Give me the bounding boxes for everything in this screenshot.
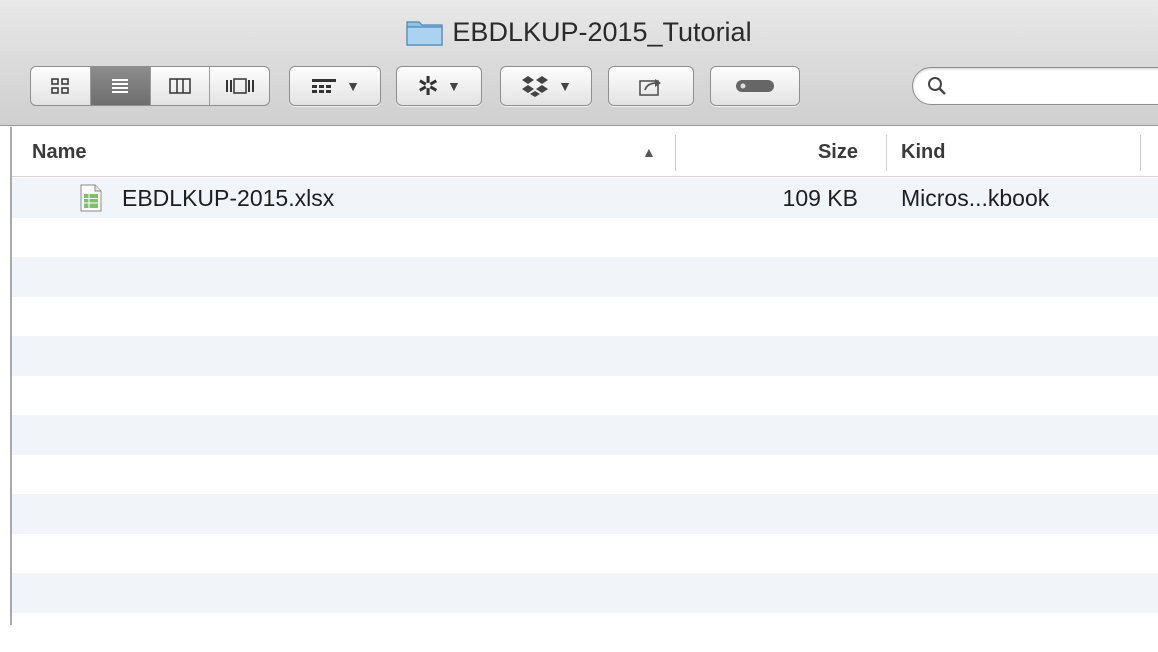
- empty-row: [12, 573, 1158, 613]
- column-divider[interactable]: [1140, 135, 1141, 171]
- action-button[interactable]: ✲ ▼: [396, 66, 482, 106]
- spreadsheet-icon: [80, 178, 102, 218]
- empty-row: [12, 613, 1158, 652]
- cover-flow-icon: [225, 77, 255, 95]
- empty-row: [12, 218, 1158, 258]
- file-list: EBDLKUP-2015.xlsx 109 KB Micros...kbook: [12, 178, 1158, 652]
- chevron-down-icon: ▼: [447, 78, 461, 94]
- cover-flow-button[interactable]: [210, 67, 269, 105]
- empty-row: [12, 376, 1158, 416]
- empty-row: [12, 336, 1158, 376]
- list-view-button[interactable]: [91, 67, 151, 105]
- empty-row: [12, 257, 1158, 297]
- window-title: EBDLKUP-2015_Tutorial: [452, 17, 751, 48]
- gear-icon: ✲: [417, 71, 439, 102]
- search-field[interactable]: [912, 67, 1158, 105]
- file-row[interactable]: EBDLKUP-2015.xlsx 109 KB Micros...kbook: [12, 178, 1158, 218]
- empty-row: [12, 534, 1158, 574]
- empty-row: [12, 297, 1158, 337]
- column-view-button[interactable]: [151, 67, 211, 105]
- column-header-kind[interactable]: Kind: [901, 127, 1131, 177]
- view-mode-control[interactable]: [30, 66, 270, 106]
- icon-view-button[interactable]: [31, 67, 91, 105]
- arrange-button[interactable]: ▼: [289, 66, 381, 106]
- icon-view-icon: [49, 77, 71, 95]
- list-view-icon: [109, 77, 131, 95]
- column-header-name-label: Name: [32, 141, 86, 164]
- share-button[interactable]: [608, 66, 694, 106]
- tags-button[interactable]: [710, 66, 800, 106]
- search-input[interactable]: [955, 74, 1158, 99]
- file-size: 109 KB: [676, 178, 858, 218]
- empty-row: [12, 415, 1158, 455]
- column-header-row: Name ▲ Size Kind: [12, 127, 1158, 177]
- column-view-icon: [168, 77, 192, 95]
- toolbar: EBDLKUP-2015_Tutorial: [0, 0, 1158, 126]
- search-icon: [925, 74, 949, 98]
- empty-row: [12, 455, 1158, 495]
- sort-ascending-icon: ▲: [642, 144, 656, 160]
- folder-icon: [406, 18, 444, 46]
- column-header-size-label: Size: [818, 141, 858, 164]
- tag-icon: [734, 77, 776, 95]
- chevron-down-icon: ▼: [346, 78, 360, 94]
- file-kind: Micros...kbook: [901, 178, 1049, 218]
- arrange-icon: [310, 77, 338, 95]
- empty-row: [12, 494, 1158, 534]
- column-divider[interactable]: [886, 135, 887, 171]
- column-header-kind-label: Kind: [901, 141, 945, 164]
- dropbox-button[interactable]: ▼: [500, 66, 592, 106]
- chevron-down-icon: ▼: [558, 78, 572, 94]
- window-title-bar: EBDLKUP-2015_Tutorial: [0, 14, 1158, 50]
- file-name: EBDLKUP-2015.xlsx: [122, 178, 334, 218]
- column-header-name[interactable]: Name ▲: [32, 127, 672, 177]
- share-icon: [637, 75, 665, 97]
- dropbox-icon: [520, 74, 550, 98]
- column-header-size[interactable]: Size: [676, 127, 858, 177]
